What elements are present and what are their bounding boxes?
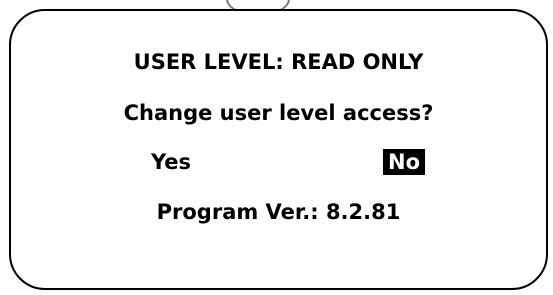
no-option-selected[interactable]: No: [383, 149, 426, 175]
yes-option[interactable]: Yes: [147, 149, 195, 175]
user-level-title: USER LEVEL: READ ONLY: [133, 50, 424, 74]
lcd-dialog-panel: USER LEVEL: READ ONLY Change user level …: [9, 9, 548, 290]
change-access-question: Change user level access?: [123, 101, 434, 125]
program-version: Program Ver.: 8.2.81: [156, 200, 401, 224]
